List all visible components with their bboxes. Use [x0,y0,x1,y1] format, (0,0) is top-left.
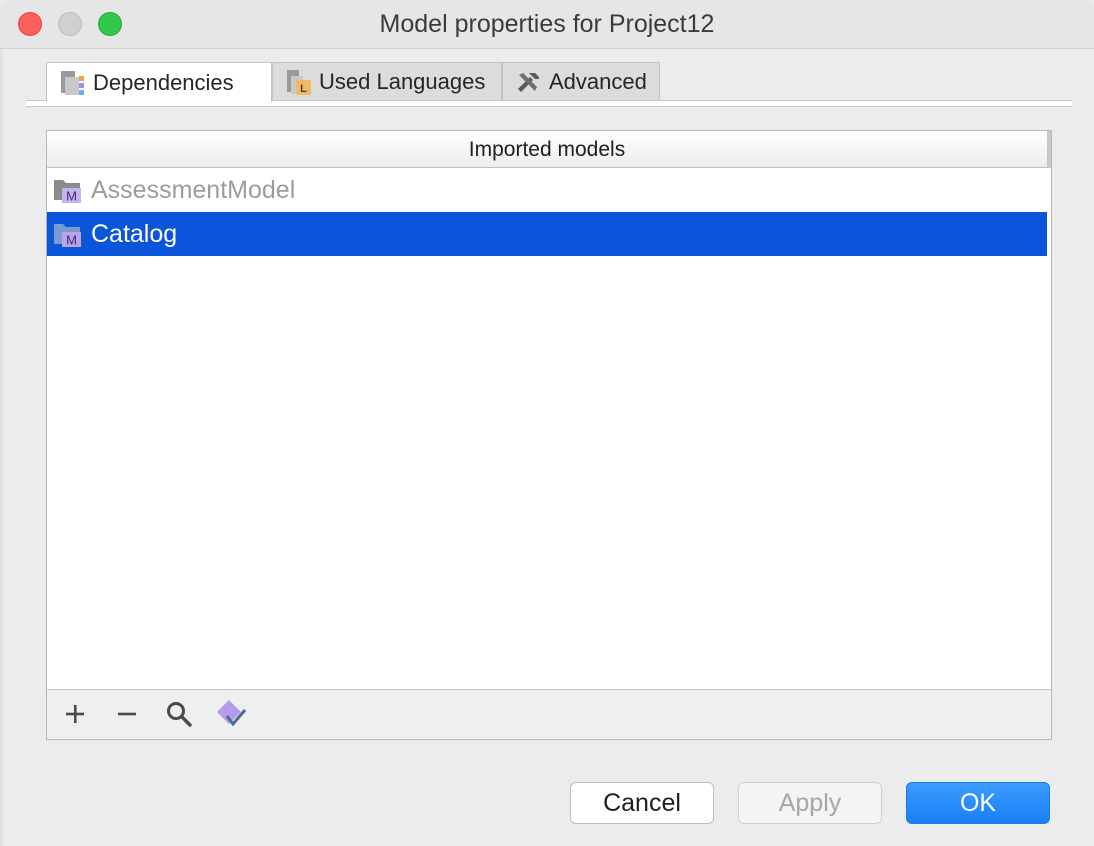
language-icon: L [283,67,313,97]
check-button[interactable] [215,698,247,735]
svg-text:M: M [66,233,77,248]
list-item-catalog[interactable]: M Catalog [47,212,1047,256]
model-icon: M [53,175,83,205]
tab-dependencies-label: Dependencies [93,69,234,95]
model-icon: M [53,219,83,249]
window-title: Model properties for Project12 [379,10,715,38]
tab-used-languages[interactable]: L Used Languages [272,62,502,100]
search-button[interactable] [163,700,195,732]
ok-button[interactable]: OK [906,782,1050,824]
dependencies-icon [57,68,87,98]
add-icon [63,702,87,731]
svg-text:L: L [300,83,307,95]
tab-used-languages-label: Used Languages [319,68,486,94]
svg-text:M: M [66,189,77,204]
window-edge [0,48,3,846]
column-header-imported-models[interactable]: Imported models [47,131,1051,168]
search-icon [165,700,193,733]
title-bar: Model properties for Project12 [0,0,1094,49]
add-button[interactable] [59,700,91,732]
list-item-label: Catalog [91,219,178,248]
list-toolbar [47,689,1051,739]
remove-button[interactable] [111,700,143,732]
tab-bar: Dependencies L Used Languages Advanced [26,62,1072,106]
dialog-window: Model properties for Project12 Dependenc… [0,0,1094,846]
imported-models-panel: Imported models M AssessmentModel M Cata… [46,130,1052,740]
list-item-assessmentmodel[interactable]: M AssessmentModel [47,168,1051,212]
imported-models-list: M AssessmentModel M Catalog [47,168,1051,256]
tab-dependencies[interactable]: Dependencies [46,62,272,102]
remove-icon [115,702,139,731]
tab-advanced[interactable]: Advanced [502,62,660,100]
list-item-label: AssessmentModel [91,175,296,204]
cancel-button[interactable]: Cancel [570,782,714,824]
tools-icon [513,67,543,97]
check-diamond-icon [215,698,247,735]
tab-advanced-label: Advanced [549,68,647,94]
apply-button[interactable]: Apply [738,782,882,824]
